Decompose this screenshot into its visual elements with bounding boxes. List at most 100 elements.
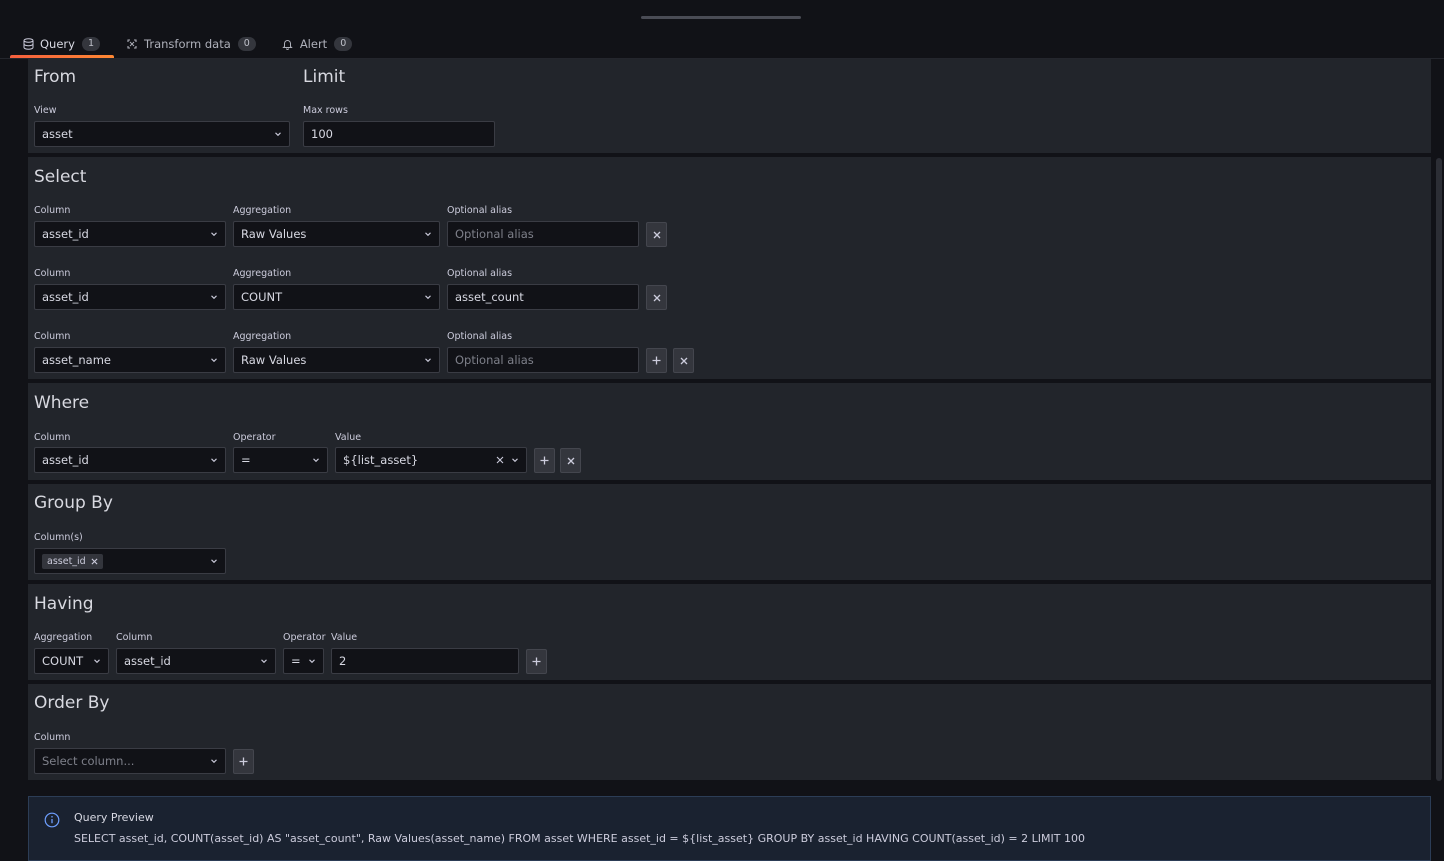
select-alias-input[interactable]: Optional alias	[447, 347, 639, 373]
chevron-down-icon	[425, 232, 431, 237]
having-aggregation-label: Aggregation	[34, 632, 93, 643]
view-label: View	[34, 105, 57, 116]
tab-alert-count: 0	[334, 37, 353, 51]
remove-chip-icon[interactable]	[91, 557, 98, 565]
having-value-value: 2	[339, 654, 347, 668]
where-operator-label: Operator	[233, 432, 276, 443]
order-by-column-select[interactable]: Select column...	[34, 748, 226, 774]
select-alias-label: Optional alias	[447, 331, 513, 342]
chevron-down-icon	[94, 659, 100, 664]
select-aggregation-value: Raw Values	[241, 353, 307, 367]
order-by-section: Order By Column Select column...	[28, 684, 1431, 780]
where-column-value: asset_id	[42, 453, 89, 467]
chevron-down-icon	[211, 232, 217, 237]
close-icon	[653, 231, 660, 238]
info-icon	[44, 812, 60, 828]
query-tabs: Query 1 Transform data 0 Alert 0	[10, 30, 366, 58]
having-value-label: Value	[331, 632, 358, 643]
chevron-down-icon	[512, 458, 518, 463]
remove-select-button[interactable]	[646, 285, 667, 310]
close-icon	[653, 294, 660, 301]
add-having-button[interactable]	[526, 649, 547, 674]
view-value: asset	[42, 127, 73, 141]
chevron-down-icon	[313, 458, 319, 463]
remove-select-button[interactable]	[646, 222, 667, 247]
tab-alert[interactable]: Alert 0	[270, 30, 366, 58]
select-column-value: asset_name	[42, 353, 111, 367]
query-preview-title: Query Preview	[74, 811, 154, 824]
max-rows-label: Max rows	[303, 105, 348, 116]
from-limit-section: From View asset Limit Max rows 100	[28, 59, 1431, 153]
scrollbar[interactable]	[1436, 158, 1442, 781]
select-column-label: Column	[34, 205, 71, 216]
chevron-down-icon	[261, 659, 267, 664]
add-where-button[interactable]	[534, 448, 555, 473]
select-alias-label: Optional alias	[447, 205, 513, 216]
select-title: Select	[34, 167, 87, 187]
tab-transform-count: 0	[237, 37, 256, 51]
plus-icon	[532, 657, 541, 666]
plus-icon	[239, 757, 248, 766]
alias-placeholder: Optional alias	[455, 353, 534, 367]
having-column-select[interactable]: asset_id	[116, 648, 276, 674]
database-icon	[22, 38, 34, 50]
tab-query[interactable]: Query 1	[10, 30, 114, 58]
group-by-chip: asset_id	[42, 553, 103, 569]
where-operator-value: =	[241, 453, 251, 467]
plus-icon	[540, 456, 549, 465]
tab-transform-data[interactable]: Transform data 0	[114, 30, 270, 58]
tab-alert-label: Alert	[299, 37, 328, 51]
group-by-section: Group By Column(s) asset_id	[28, 484, 1431, 580]
add-order-by-button[interactable]	[233, 749, 254, 774]
from-title: From	[34, 67, 77, 87]
order-by-column-label: Column	[34, 732, 71, 743]
chevron-down-icon	[425, 358, 431, 363]
chevron-down-icon	[211, 559, 217, 564]
tab-query-count: 1	[81, 37, 100, 51]
having-operator-select[interactable]: =	[283, 648, 324, 674]
remove-select-button[interactable]	[673, 348, 694, 373]
order-by-title: Order By	[34, 693, 110, 713]
select-aggregation-select[interactable]: Raw Values	[233, 221, 440, 247]
having-value-input[interactable]: 2	[331, 648, 519, 674]
where-operator-select[interactable]: =	[233, 447, 328, 473]
having-aggregation-value: COUNT	[42, 654, 84, 668]
group-by-columns-select[interactable]: asset_id	[34, 548, 226, 574]
where-column-select[interactable]: asset_id	[34, 447, 226, 473]
having-column-label: Column	[116, 632, 153, 643]
select-aggregation-label: Aggregation	[233, 205, 292, 216]
chevron-down-icon	[211, 759, 217, 764]
having-operator-value: =	[291, 654, 301, 668]
select-column-select[interactable]: asset_id	[34, 221, 226, 247]
select-column-select[interactable]: asset_name	[34, 347, 226, 373]
select-aggregation-select[interactable]: Raw Values	[233, 347, 440, 373]
select-aggregation-select[interactable]: COUNT	[233, 284, 440, 310]
view-select[interactable]: asset	[34, 121, 290, 147]
where-title: Where	[34, 393, 90, 413]
bell-icon	[282, 38, 294, 50]
select-column-value: asset_id	[42, 227, 89, 241]
add-select-button[interactable]	[646, 348, 667, 373]
clear-icon[interactable]	[495, 455, 505, 465]
chevron-down-icon	[309, 659, 315, 664]
transform-icon	[126, 38, 138, 50]
query-preview-sql: SELECT asset_id, COUNT(asset_id) AS "ass…	[74, 832, 1085, 845]
chevron-down-icon	[211, 458, 217, 463]
where-column-label: Column	[34, 432, 71, 443]
select-column-value: asset_id	[42, 290, 89, 304]
select-column-select[interactable]: asset_id	[34, 284, 226, 310]
select-aggregation-value: COUNT	[241, 290, 283, 304]
select-aggregation-label: Aggregation	[233, 331, 292, 342]
select-alias-input[interactable]: Optional alias	[447, 221, 639, 247]
having-aggregation-select[interactable]: COUNT	[34, 648, 109, 674]
chevron-down-icon	[211, 358, 217, 363]
panel-resize-handle[interactable]	[641, 16, 801, 19]
max-rows-value: 100	[311, 127, 333, 141]
having-section: Having Aggregation Column Operator Value…	[28, 584, 1431, 680]
where-value-select[interactable]: ${list_asset}	[335, 447, 527, 473]
having-operator-label: Operator	[283, 632, 326, 643]
select-column-label: Column	[34, 268, 71, 279]
max-rows-input[interactable]: 100	[303, 121, 495, 147]
remove-where-button[interactable]	[560, 448, 581, 473]
select-alias-input[interactable]: asset_count	[447, 284, 639, 310]
